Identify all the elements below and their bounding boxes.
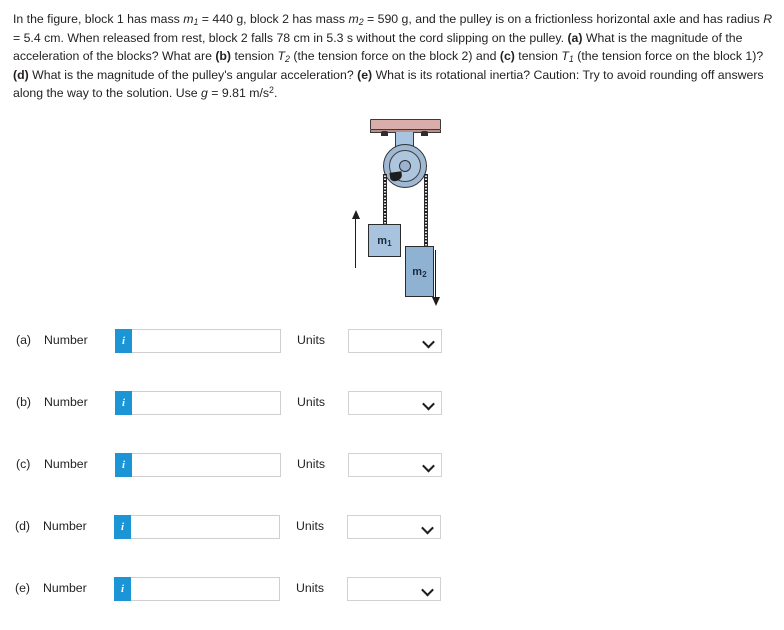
ceiling-plate-icon (370, 119, 441, 130)
answer-row-b-units-label: Units (297, 395, 326, 409)
answer-row-e: (e) Number i Units (0, 568, 784, 630)
answer-row-e-number-label: Number (43, 581, 87, 595)
part-d-tag: (d) (13, 67, 29, 82)
answer-row-b-letter: (b) (16, 395, 32, 409)
mass2-value: = 590 g, and the pulley is on a friction… (367, 12, 760, 26)
answer-row-b-number-label: Number (44, 395, 88, 409)
block-1: m1 (368, 224, 401, 257)
info-icon-e[interactable]: i (114, 577, 131, 601)
answer-row-c: (c) Number i Units (0, 444, 784, 506)
part-d-text: What is the magnitude of the pulley's an… (32, 67, 354, 82)
answer-row-d-number-label: Number (43, 519, 87, 533)
answer-row-a: (a) Number i Units (0, 320, 784, 382)
mass2-symbol: m2 (348, 12, 364, 28)
cord-right-icon (424, 174, 428, 246)
block-2-label: m2 (412, 265, 427, 279)
gravity-value: = 9.81 m/s2. (211, 85, 278, 101)
answer-row-e-letter: (e) (15, 581, 31, 595)
units-select-c[interactable] (348, 453, 442, 477)
arrow-up-icon (351, 210, 360, 268)
part-b-tag: (b) (215, 49, 232, 64)
chevron-down-icon-c (424, 463, 432, 468)
ceiling-bolt-right-icon (421, 131, 428, 136)
radius-symbol: R (763, 12, 773, 26)
ceiling-bolt-left-icon (381, 131, 388, 136)
number-input-a[interactable] (132, 329, 281, 353)
radius-value: = 5.4 cm. When released from rest, block… (13, 30, 565, 45)
answer-row-c-number-label: Number (44, 457, 88, 471)
part-e-tag: (e) (357, 67, 373, 82)
answer-row-d: (d) Number i Units (0, 506, 784, 568)
info-icon-d[interactable]: i (114, 515, 131, 539)
tension2-symbol: T2 (277, 49, 290, 65)
answer-row-d-letter: (d) (15, 519, 31, 533)
answer-row-a-units-label: Units (297, 333, 326, 347)
problem-statement: In the figure, block 1 has mass m1 = 440… (13, 10, 775, 103)
answer-row-a-number-label: Number (44, 333, 88, 347)
tension1-symbol: T1 (561, 49, 574, 65)
units-select-d[interactable] (347, 515, 441, 539)
part-a-tag: (a) (567, 30, 583, 45)
answer-row-d-units-label: Units (296, 519, 325, 533)
part-b-text-pre: tension (234, 49, 275, 64)
number-input-e[interactable] (131, 577, 280, 601)
info-icon-c[interactable]: i (115, 453, 132, 477)
chevron-down-icon-b (424, 401, 432, 406)
problem-intro: In the figure, block 1 has mass (13, 12, 180, 26)
answer-row-b: (b) Number i Units (0, 382, 784, 444)
part-b-text-post: (the tension force on the block 2) and (293, 49, 497, 64)
mass1-value: = 440 g, block 2 has mass (201, 12, 346, 26)
block-2: m2 (405, 246, 434, 297)
number-input-b[interactable] (132, 391, 281, 415)
chevron-down-icon-e (423, 587, 431, 592)
answer-rows: (a) Number i Units (b) Number i Units (c… (0, 320, 784, 630)
info-icon-b[interactable]: i (115, 391, 132, 415)
cord-left-icon (383, 174, 387, 226)
chevron-down-icon-d (423, 525, 431, 530)
answer-row-e-units-label: Units (296, 581, 325, 595)
arrow-down-icon (431, 250, 440, 306)
units-select-e[interactable] (347, 577, 441, 601)
chevron-down-icon-a (424, 339, 432, 344)
number-input-c[interactable] (132, 453, 281, 477)
units-select-b[interactable] (348, 391, 442, 415)
pulley-figure: m1 m2 (345, 112, 460, 307)
part-c-text-pre: tension (518, 49, 558, 64)
info-icon-a[interactable]: i (115, 329, 132, 353)
answer-row-c-units-label: Units (297, 457, 326, 471)
part-c-tag: (c) (499, 49, 515, 64)
answer-row-a-letter: (a) (16, 333, 32, 347)
number-input-d[interactable] (131, 515, 280, 539)
mass1-symbol: m1 (183, 12, 199, 28)
units-select-a[interactable] (348, 329, 442, 353)
block-1-label: m1 (377, 234, 392, 248)
answer-row-c-letter: (c) (16, 457, 31, 471)
part-c-text-post: (the tension force on the block 1)? (577, 49, 764, 64)
gravity-symbol: g (201, 86, 208, 101)
